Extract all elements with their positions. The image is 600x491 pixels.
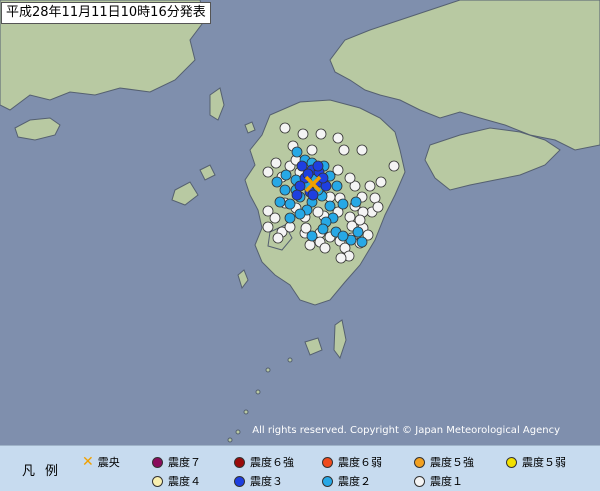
issue-time-title: 平成28年11月11日10時16分発表 [1, 2, 211, 24]
legend-label-shindo4: 震度４ [168, 475, 201, 488]
intensity-2-station-dot [280, 169, 292, 181]
intensity-1-station-dot [372, 201, 384, 213]
intensity-1-station-dot [270, 157, 282, 169]
shindo5-strong-dot-icon [414, 456, 425, 468]
intensity-3-station-dot [294, 180, 306, 192]
legend-item-shindo3: 震度３ [234, 473, 283, 489]
intensity-2-station-dot [279, 184, 291, 196]
intensity-1-station-dot [262, 221, 274, 233]
legend-item-shindo1: 震度１ [414, 473, 463, 489]
legend-title-char-2: 例 [45, 464, 59, 479]
intensity-1-station-dot [344, 211, 356, 223]
intensity-3-station-dot [312, 160, 324, 172]
legend-label-shindo7: 震度７ [168, 456, 201, 469]
legend-item-epicenter: ✕ 震央 [82, 454, 120, 470]
shindo5-weak-dot-icon [506, 456, 517, 468]
legend-label-shindo3: 震度３ [250, 475, 283, 488]
legend-label-shindo2: 震度２ [338, 475, 371, 488]
legend-label-shindo6-weak: 震度６弱 [338, 456, 382, 469]
legend-label-shindo5-strong: 震度５強 [430, 456, 474, 469]
legend-item-shindo5-strong: 震度５強 [414, 454, 474, 470]
legend-item-shindo6-weak: 震度６弱 [322, 454, 382, 470]
intensity-2-station-dot [337, 230, 349, 242]
legend-item-shindo5-weak: 震度５弱 [506, 454, 566, 470]
shindo4-dot-icon [152, 475, 163, 487]
intensity-2-station-dot [356, 236, 368, 248]
legend-panel: 凡例 ✕ 震央 震度７ 震度６強 震度６弱 震度５強 震度５弱 震度４ 震度３ … [0, 445, 600, 491]
shindo3-dot-icon [234, 475, 245, 487]
intensity-2-station-dot [337, 198, 349, 210]
intensity-1-station-dot [304, 239, 316, 251]
intensity-1-station-dot [356, 144, 368, 156]
intensity-3-station-dot [291, 189, 303, 201]
intensity-1-station-dot [344, 172, 356, 184]
intensity-1-station-dot [369, 192, 381, 204]
legend-item-shindo7: 震度７ [152, 454, 201, 470]
intensity-1-station-dot [262, 166, 274, 178]
intensity-1-station-dot [354, 214, 366, 226]
legend-title: 凡例 [22, 460, 68, 479]
intensity-2-station-dot [352, 226, 364, 238]
intensity-2-station-dot [350, 196, 362, 208]
intensity-1-station-dot [306, 144, 318, 156]
intensity-1-station-dot [332, 132, 344, 144]
legend-item-shindo4: 震度４ [152, 473, 201, 489]
copyright-notice: All rights reserved. Copyright © Japan M… [252, 425, 560, 436]
intensity-1-station-dot [364, 180, 376, 192]
legend-title-char-1: 凡 [22, 464, 36, 479]
intensity-1-station-dot [284, 221, 296, 233]
intensity-2-station-dot [324, 200, 336, 212]
legend-label-epicenter: 震央 [97, 456, 120, 469]
shindo6-strong-dot-icon [234, 456, 245, 468]
intensity-2-station-dot [331, 180, 343, 192]
intensity-2-station-dot [284, 212, 296, 224]
intensity-1-station-dot [315, 128, 327, 140]
map-canvas [0, 0, 600, 445]
intensity-1-station-dot [312, 206, 324, 218]
legend-label-shindo1: 震度１ [430, 475, 463, 488]
legend-label-shindo5-weak: 震度５弱 [522, 456, 566, 469]
intensity-1-station-dot [338, 144, 350, 156]
intensity-2-station-dot [294, 208, 306, 220]
legend-item-shindo6-strong: 震度６強 [234, 454, 294, 470]
intensity-1-station-dot [375, 176, 387, 188]
intensity-3-station-dot [307, 189, 319, 201]
intensity-1-station-dot [335, 252, 347, 264]
intensity-2-station-dot [284, 198, 296, 210]
intensity-1-station-dot [319, 242, 331, 254]
shindo1-dot-icon [414, 475, 425, 487]
intensity-2-station-dot [271, 176, 283, 188]
shindo7-dot-icon [152, 456, 163, 468]
intensity-2-station-dot [317, 223, 329, 235]
intensity-2-station-dot [274, 196, 286, 208]
intensity-1-station-dot [388, 160, 400, 172]
epicenter-x-icon: ✕ [82, 454, 94, 470]
intensity-1-station-dot [279, 122, 291, 134]
intensity-1-station-dot [269, 212, 281, 224]
intensity-1-station-dot [297, 128, 309, 140]
intensity-1-station-dot [272, 232, 284, 244]
intensity-2-station-dot [306, 230, 318, 242]
intensity-2-station-dot [291, 146, 303, 158]
shindo6-weak-dot-icon [322, 456, 333, 468]
legend-item-shindo2: 震度２ [322, 473, 371, 489]
legend-label-shindo6-strong: 震度６強 [250, 456, 294, 469]
shindo2-dot-icon [322, 475, 333, 487]
